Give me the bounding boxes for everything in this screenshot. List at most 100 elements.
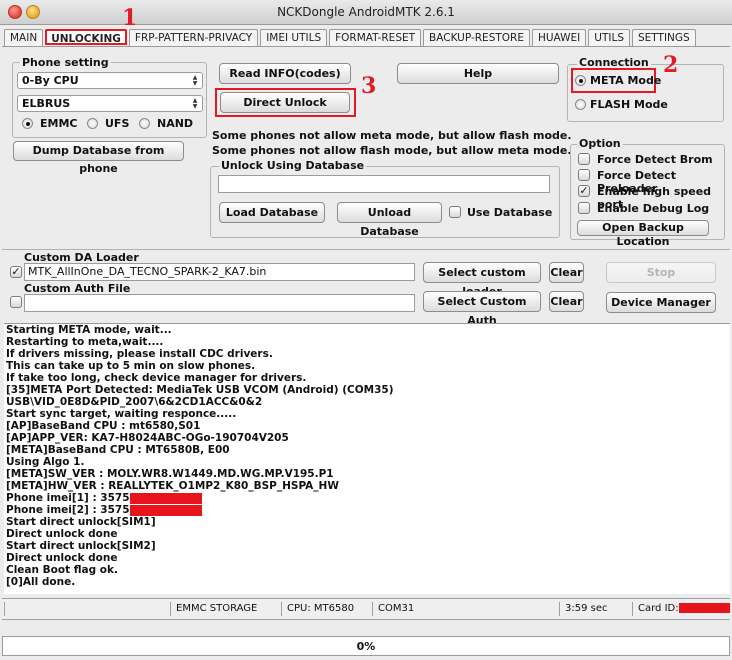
select-custom-loader-button[interactable]: Select custom loader — [423, 262, 541, 298]
select-arrows-icon: ▲ ▼ — [192, 74, 198, 87]
radio-nand[interactable] — [139, 118, 150, 129]
log-line: If take too long, check device manager f… — [6, 372, 307, 384]
device-manager-button[interactable]: Device Manager — [606, 292, 716, 313]
use-database-label: Use Database — [467, 206, 553, 219]
tab-huawei[interactable]: HUAWEI — [531, 29, 587, 46]
status-card-cell: Card ID: — [632, 602, 731, 616]
tab-format-reset[interactable]: FORMAT-RESET — [329, 29, 422, 46]
imei-1-text: Phone imei[1] : 3575 — [6, 492, 130, 504]
stop-button[interactable]: Stop — [606, 262, 716, 283]
read-info-button[interactable]: Read INFO(codes) — [219, 63, 351, 84]
log-line: Direct unlock done — [6, 528, 118, 540]
tab-imei-utils[interactable]: IMEI UTILS — [260, 29, 328, 46]
log-line: Clean Boot flag ok. — [6, 564, 118, 576]
note-line-2: Some phones not allow flash mode, but al… — [212, 144, 572, 157]
section-divider — [2, 249, 730, 250]
tab-bar: MAIN UNLOCKING FRP-PATTERN-PRIVACY IMEI … — [4, 29, 696, 47]
progress-label: 0% — [356, 640, 376, 653]
radio-meta-mode[interactable] — [575, 75, 586, 86]
imei-2-text: Phone imei[2] : 3575 — [6, 504, 130, 516]
custom-auth-path-input[interactable] — [24, 294, 415, 312]
clear-da-button[interactable]: Clear — [549, 262, 584, 283]
dump-database-button[interactable]: Dump Database from phone — [13, 141, 184, 175]
annotation-3: 3 — [361, 73, 377, 99]
status-port: COM31 — [372, 602, 560, 616]
status-empty-cell — [4, 602, 172, 616]
nand-label: NAND — [157, 117, 194, 130]
cpu-value: 0-By CPU — [22, 74, 79, 87]
open-backup-location-button[interactable]: Open Backup Location — [577, 220, 709, 248]
tab-utils[interactable]: UTILS — [588, 29, 630, 46]
use-database-checkbox[interactable] — [449, 206, 461, 218]
progress-bar: 0% — [2, 636, 730, 656]
tab-frp-pattern-privacy[interactable]: FRP-PATTERN-PRIVACY — [128, 29, 259, 46]
tab-backup-restore[interactable]: BACKUP-RESTORE — [423, 29, 530, 46]
log-line: [META]SW_VER : MOLY.WR8.W1449.MD.WG.MP.V… — [6, 468, 334, 480]
log-line-imei-1: Phone imei[1] : 3575 — [4, 492, 730, 504]
load-database-button[interactable]: Load Database — [219, 202, 325, 223]
high-speed-port-checkbox[interactable]: ✓ — [578, 185, 590, 197]
status-bar: EMMC STORAGE CPU: MT6580 COM31 3:59 sec … — [2, 598, 730, 620]
log-line: [META]BaseBand CPU : MT6580B, E00 — [6, 444, 230, 456]
log-line: If drivers missing, please install CDC d… — [6, 348, 273, 360]
log-line: [0]All done. — [6, 576, 76, 588]
custom-da-checkbox[interactable]: ✓ — [10, 266, 22, 278]
imei-2-redaction — [129, 504, 202, 516]
status-card-label: Card ID: — [638, 603, 679, 614]
log-line: Start direct unlock[SIM1] — [6, 516, 156, 528]
log-line: [META]HW_VER : REALLYTEK_O1MP2_K80_BSP_H… — [6, 480, 339, 492]
model-select[interactable]: ELBRUS ▲ ▼ — [17, 95, 203, 112]
custom-auth-checkbox[interactable] — [10, 296, 22, 308]
radio-emmc[interactable] — [22, 118, 33, 129]
radio-flash-mode[interactable] — [575, 99, 586, 110]
status-storage: EMMC STORAGE — [170, 602, 282, 616]
direct-unlock-button[interactable]: Direct Unlock — [220, 92, 350, 113]
phone-setting-label: Phone setting — [20, 56, 111, 69]
card-id-redaction — [678, 603, 730, 613]
database-label: Unlock Using Database — [219, 159, 367, 172]
window-title: NCKDongle AndroidMTK 2.6.1 — [277, 5, 455, 19]
annotation-1: 1 — [122, 5, 138, 31]
meta-mode-label: META Mode — [590, 74, 662, 87]
status-time: 3:59 sec — [559, 602, 633, 616]
help-button[interactable]: Help — [397, 63, 559, 84]
note-line-1: Some phones not allow meta mode, but all… — [212, 129, 572, 142]
custom-da-path-input[interactable]: MTK_AllInOne_DA_TECNO_SPARK-2_KA7.bin — [24, 263, 415, 281]
log-line: [35]META Port Detected: MediaTek USB VCO… — [6, 384, 394, 396]
log-line: [AP]BaseBand CPU : mt6580,S01 — [6, 420, 201, 432]
select-custom-auth-button[interactable]: Select Custom Auth — [423, 291, 541, 327]
tab-unlocking[interactable]: UNLOCKING — [45, 29, 127, 45]
ufs-label: UFS — [105, 117, 130, 130]
model-value: ELBRUS — [22, 97, 71, 110]
force-detect-brom-checkbox[interactable] — [578, 153, 590, 165]
log-line: Start sync target, waiting responce..... — [6, 408, 237, 420]
title-bar: NCKDongle AndroidMTK 2.6.1 — [0, 0, 732, 25]
radio-ufs[interactable] — [87, 118, 98, 129]
force-detect-brom-label: Force Detect Brom — [597, 153, 713, 166]
tab-divider — [2, 46, 730, 47]
database-path-input[interactable] — [218, 175, 550, 193]
log-line-imei-2: Phone imei[2] : 3575 — [4, 504, 730, 516]
cpu-select[interactable]: 0-By CPU ▲ ▼ — [17, 72, 203, 89]
select-arrows-icon: ▲ ▼ — [192, 97, 198, 110]
log-line: USB\VID_0E8D&PID_2007\6&2CD1ACC&0&2 — [6, 396, 263, 408]
log-line: [AP]APP_VER: KA7-H8024ABC-OGo-190704V205 — [6, 432, 289, 444]
clear-auth-button[interactable]: Clear — [549, 291, 584, 312]
debug-log-label: Enable Debug Log — [597, 202, 710, 215]
log-line: Starting META mode, wait... — [6, 324, 172, 336]
log-line: This can take up to 5 min on slow phones… — [6, 360, 256, 372]
unload-database-button[interactable]: Unload Database — [337, 202, 442, 238]
flash-mode-label: FLASH Mode — [590, 98, 668, 111]
status-cpu: CPU: MT6580 — [281, 602, 373, 616]
emmc-label: EMMC — [40, 117, 78, 130]
option-label: Option — [577, 137, 623, 150]
log-line: Restarting to meta,wait.... — [6, 336, 164, 348]
tab-settings[interactable]: SETTINGS — [632, 29, 696, 46]
log-panel[interactable]: Starting META mode, wait... Restarting t… — [4, 323, 730, 594]
tab-main[interactable]: MAIN — [4, 29, 44, 46]
annotation-2: 2 — [663, 52, 679, 78]
debug-log-checkbox[interactable] — [578, 202, 590, 214]
log-line: Start direct unlock[SIM2] — [6, 540, 156, 552]
imei-1-redaction — [129, 492, 202, 504]
force-detect-preloader-checkbox[interactable] — [578, 169, 590, 181]
